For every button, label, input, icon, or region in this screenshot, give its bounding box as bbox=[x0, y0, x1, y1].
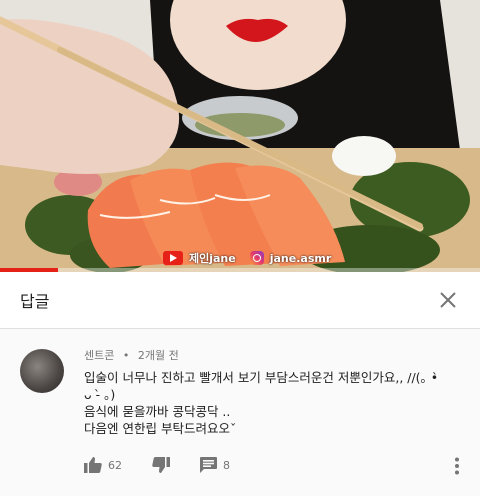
meta-separator: • bbox=[122, 349, 130, 362]
more-options-button[interactable] bbox=[454, 457, 460, 479]
thumb-up-icon bbox=[84, 457, 102, 473]
comment-line: ᴗ -̀ ｡) bbox=[84, 387, 116, 402]
replies-header: 답글 bbox=[0, 272, 480, 329]
video-player[interactable]: 제인jane jane.asmr bbox=[0, 0, 480, 272]
comment-time: 2개월 전 bbox=[137, 349, 179, 362]
video-watermark: 제인jane jane.asmr bbox=[163, 250, 331, 266]
video-frame bbox=[0, 0, 480, 272]
replies-title: 답글 bbox=[20, 292, 50, 311]
watermark-channel: 제인jane bbox=[189, 252, 236, 265]
watermark-instagram: jane.asmr bbox=[269, 251, 332, 265]
comment-line: 다음엔 연한립 부탁드려요오ˇ bbox=[84, 421, 237, 436]
comment-body: 입술이 너무나 진하고 빨개서 보기 부담스러운건 저뿐인가요,, //(｡ •… bbox=[84, 369, 464, 437]
comment-item: 센트콘 • 2개월 전 입술이 너무나 진하고 빨개서 보기 부담스러운건 저뿐… bbox=[0, 329, 480, 496]
comment-line: 입술이 너무나 진하고 빨개서 보기 부담스러운건 저뿐인가요,, //(｡ •… bbox=[84, 370, 439, 385]
like-button[interactable]: 62 bbox=[84, 457, 122, 473]
avatar[interactable] bbox=[20, 349, 64, 393]
instagram-icon bbox=[249, 251, 264, 265]
reply-count: 8 bbox=[223, 458, 230, 472]
comment-meta: 센트콘 • 2개월 전 bbox=[84, 347, 179, 363]
reply-button[interactable]: 8 bbox=[200, 457, 230, 473]
dislike-button[interactable] bbox=[152, 457, 170, 473]
like-count: 62 bbox=[108, 458, 122, 472]
more-vert-icon bbox=[455, 457, 459, 475]
reply-icon bbox=[200, 457, 217, 473]
thumb-down-icon bbox=[152, 457, 170, 473]
close-button[interactable] bbox=[428, 280, 468, 320]
youtube-icon bbox=[163, 251, 183, 265]
comment-line: 음식에 묻을까바 콩닥콩닥 .. bbox=[84, 404, 231, 419]
close-icon bbox=[440, 292, 456, 308]
comment-actions: 62 8 bbox=[84, 454, 469, 476]
comment-author[interactable]: 센트콘 bbox=[84, 349, 114, 362]
